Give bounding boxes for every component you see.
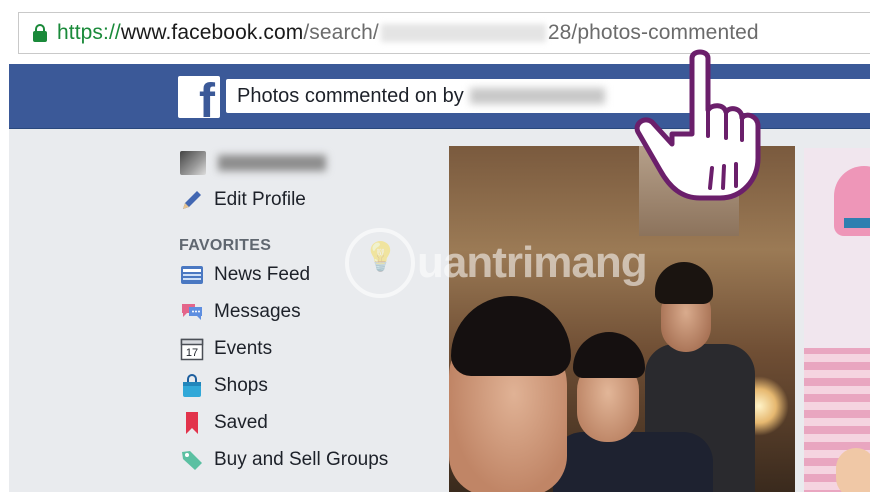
sidebar-item-label: News Feed [214,264,311,285]
calendar-day: 17 [186,347,198,359]
sidebar-item-shops[interactable]: Shops [180,373,268,399]
url-path-start: /search/ [303,21,379,44]
sidebar-item-saved[interactable]: Saved [180,410,268,436]
search-query-blurred-name [469,88,605,104]
url-host: www.facebook.com [120,21,304,44]
profile-name-blurred [218,155,326,171]
price-tag-icon [180,448,204,472]
url-path-end: 28/photos-commented [547,21,759,44]
pencil-icon [180,188,204,212]
pointing-hand-icon [630,48,770,208]
search-input[interactable]: Photos commented on by [226,79,870,113]
sidebar-item-label: Saved [214,412,268,433]
url-scheme: https:// [57,21,121,44]
shopping-bag-icon [180,374,204,398]
search-query-text: Photos commented on by [237,84,464,107]
sidebar-item-news-feed[interactable]: News Feed [180,262,310,288]
avatar [180,151,206,175]
sidebar-item-label: Messages [214,301,301,322]
edit-profile-label: Edit Profile [214,189,306,210]
sidebar-item-buy-and-sell-groups[interactable]: Buy and Sell Groups [180,447,388,473]
bookmark-icon [180,411,204,435]
sidebar-item-events[interactable]: 17 Events [180,336,272,362]
photo-result-2[interactable] [804,148,870,492]
sidebar-item-label: Shops [214,375,268,396]
url-text[interactable]: https://www.facebook.com/search/28/photo… [57,21,759,45]
lock-icon [33,24,47,42]
messages-icon [180,300,204,324]
sidebar-item-label: Buy and Sell Groups [214,449,389,470]
news-feed-icon [180,263,204,287]
facebook-logo[interactable]: f [178,76,220,118]
calendar-icon: 17 [180,337,204,361]
url-blurred-id [380,24,546,43]
sidebar-item-messages[interactable]: Messages [180,299,301,325]
edit-profile-link[interactable]: Edit Profile [180,187,306,213]
sidebar-item-label: Events [214,338,273,359]
left-sidebar: Edit Profile FAVORITES News Feed Message… [9,129,446,492]
facebook-logo-letter: f [199,76,215,119]
favorites-heading: FAVORITES [179,237,272,254]
sidebar-profile[interactable] [180,150,326,176]
